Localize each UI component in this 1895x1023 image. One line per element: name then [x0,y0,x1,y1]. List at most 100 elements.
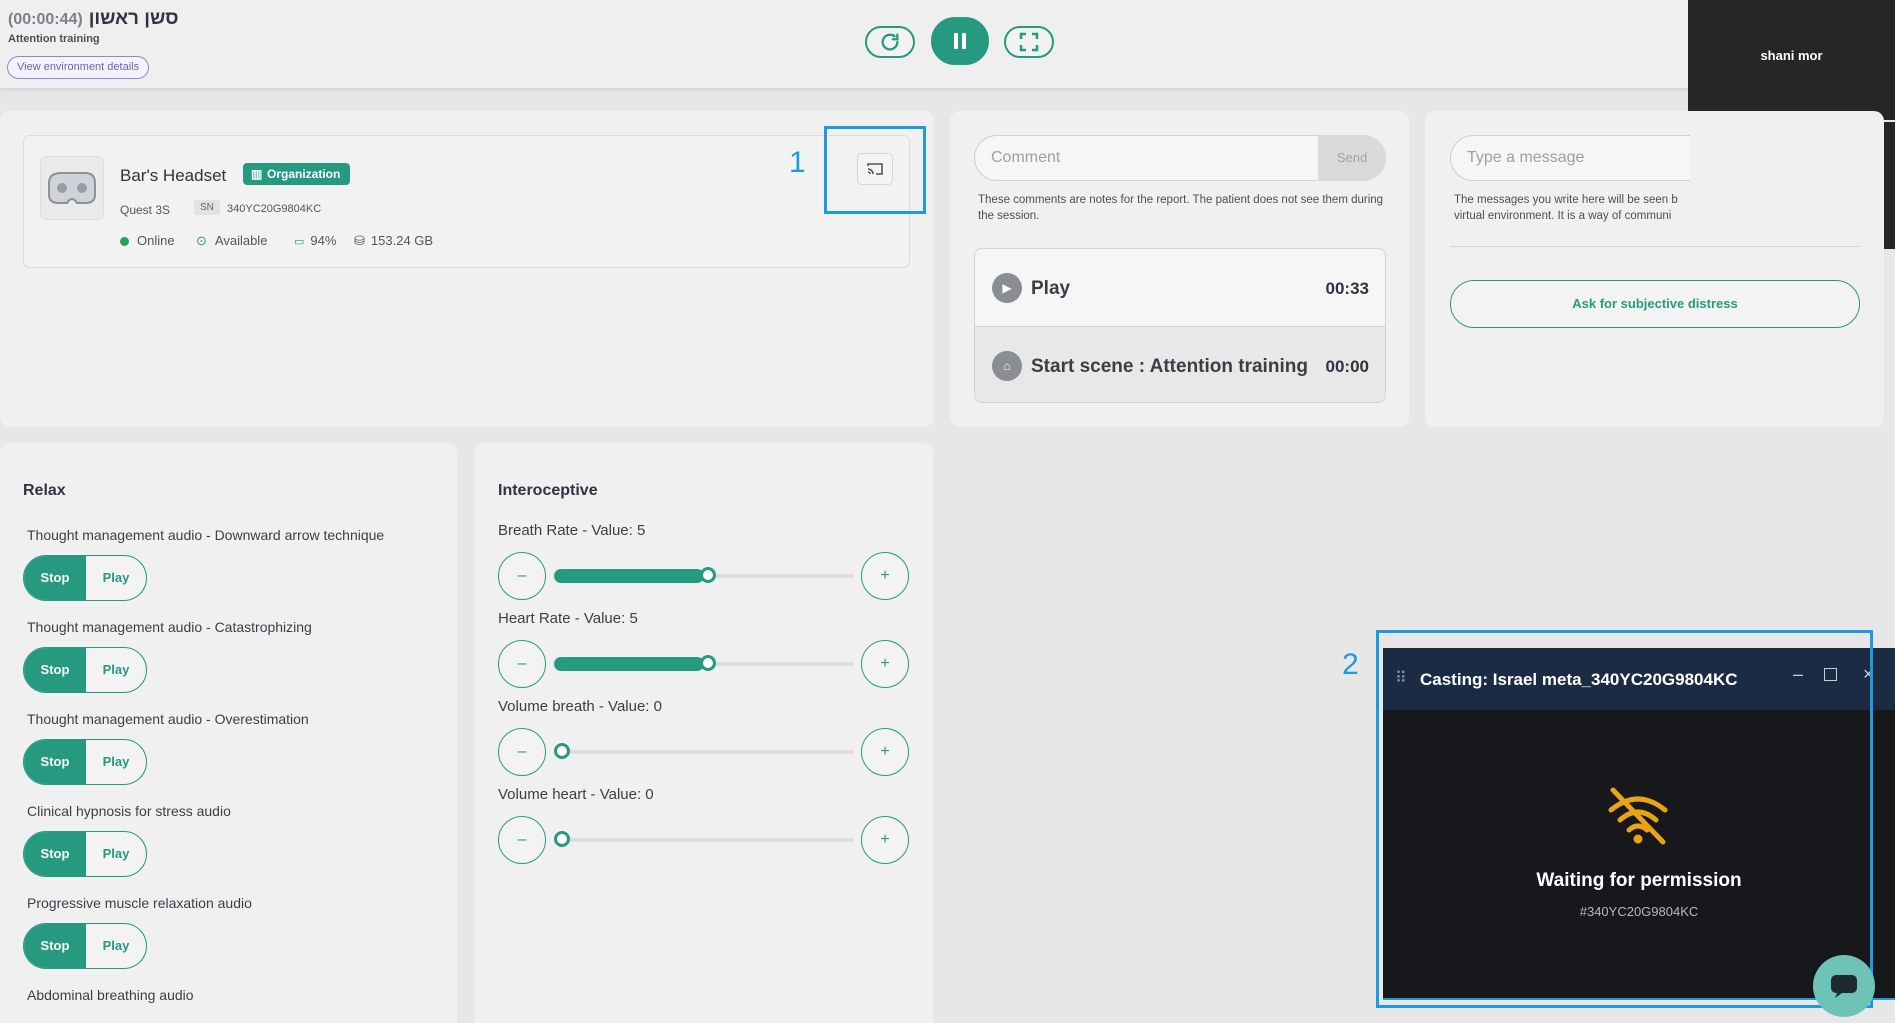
battery-status: ▭ 94% [294,233,336,248]
building-icon: ▥ [251,167,263,181]
organization-badge: ▥ Organization [243,163,351,185]
slider-track[interactable] [554,743,854,759]
increment-button[interactable]: + [861,816,909,864]
slider-thumb[interactable] [700,655,716,671]
session-subtitle: Attention training [8,33,100,45]
timeline-time: 00:33 [1325,279,1369,298]
send-comment-button[interactable]: Send [1318,135,1386,181]
audio-item-label: Abdominal breathing audio [27,987,194,1003]
timeline-time: 00:00 [1325,357,1369,376]
home-icon: ⌂ [992,351,1022,381]
slider-fill [554,569,704,583]
pause-icon [954,33,966,49]
audio-item-label: Thought management audio - Downward arro… [27,527,385,543]
stop-button[interactable]: Stop [24,924,86,968]
increment-button[interactable]: + [861,728,909,776]
stop-button[interactable]: Stop [24,740,86,784]
ask-distress-button[interactable]: Ask for subjective distress [1450,280,1860,328]
play-icon: ▶ [992,273,1022,303]
audio-item-label: Thought management audio - Overestimatio… [27,711,309,727]
video-tile-participant: shani mor [1688,0,1895,120]
slider-fill [554,657,704,671]
restart-button[interactable] [865,26,915,58]
stop-button[interactable]: Stop [24,556,86,600]
online-status: Online [120,233,175,248]
timeline-item: ⌂ Start scene : Attention training 00:00 [975,326,1385,402]
interoceptive-title: Interoceptive [498,482,598,499]
slider-label: Breath Rate - Value: 5 [498,522,646,539]
storage-label: 153.24 GB [370,233,434,248]
play-button[interactable]: Play [86,832,146,876]
audio-item-label: Thought management audio - Catastrophizi… [27,619,312,635]
audio-toggle: Stop Play [23,555,147,601]
device-model: Quest 3S [120,203,171,217]
slider-thumb[interactable] [700,567,716,583]
audio-item-label: Progressive muscle relaxation audio [27,895,252,911]
status-dot-icon [120,237,129,247]
view-environment-button[interactable]: View environment details [7,56,150,79]
chat-icon [1831,975,1857,998]
fullscreen-icon [1019,32,1039,52]
session-header: (00:00:44) סשן ראשון Attention training V… [0,0,1895,88]
message-input[interactable]: Type a message [1450,135,1690,181]
play-button[interactable]: Play [86,648,146,692]
session-timer: (00:00:44) [8,11,83,28]
storage-status: ⛁ 153.24 GB [354,233,433,249]
stop-button[interactable]: Stop [24,832,86,876]
annotation-box-1 [824,126,926,214]
session-name: סשן ראשון [88,8,179,29]
play-button[interactable]: Play [86,556,146,600]
audio-toggle: Stop Play [23,831,147,877]
audio-toggle: Stop Play [23,923,147,969]
check-circle-icon: ⊙ [196,233,207,248]
status-label: Online [137,233,175,248]
increment-button[interactable]: + [861,552,909,600]
play-button[interactable]: Play [86,740,146,784]
pause-button[interactable] [931,17,989,65]
decrement-button[interactable]: – [498,640,546,688]
relax-title: Relax [23,482,66,499]
slider-label: Heart Rate - Value: 5 [498,610,638,627]
storage-icon: ⛁ [354,233,365,248]
fullscreen-button[interactable] [1004,26,1054,58]
divider [1450,246,1860,247]
timeline-label: Start scene : Attention training [1031,356,1308,377]
slider-thumb[interactable] [554,831,570,847]
session-title: (00:00:44) סשן ראשון [8,8,179,30]
decrement-button[interactable]: – [498,728,546,776]
badge-label: Organization [267,167,341,181]
stop-button[interactable]: Stop [24,648,86,692]
slider-label: Volume heart - Value: 0 [498,786,654,803]
message-note: The messages you write here will be seen… [1454,194,1681,222]
sn-tag: SN [194,200,220,215]
serial-number: 340YC20G9804KC [227,203,322,215]
annotation-number-1: 1 [789,146,806,179]
audio-item-label: Clinical hypnosis for stress audio [27,803,231,819]
availability-label: Available [214,233,268,248]
annotation-number-2: 2 [1342,648,1359,681]
headset-panel: Bar's Headset ▥ Organization Quest 3S SN … [23,135,910,268]
comment-note: These comments are notes for the report.… [978,194,1384,222]
device-name: Bar's Headset [120,166,227,185]
slider-track[interactable] [554,655,854,671]
decrement-button[interactable]: – [498,552,546,600]
increment-button[interactable]: + [861,640,909,688]
decrement-button[interactable]: – [498,816,546,864]
audio-toggle: Stop Play [23,739,147,785]
timeline-label: Play [1031,278,1071,299]
session-timeline: ▶ Play 00:33 ⌂ Start scene : Attention t… [974,248,1386,403]
play-button[interactable]: Play [86,924,146,968]
availability-status: ⊙ Available [196,233,267,249]
chat-button[interactable] [1813,955,1875,1017]
slider-track[interactable] [554,567,854,583]
vr-headset-icon [48,172,96,204]
slider-track[interactable] [554,831,854,847]
slider-label: Volume breath - Value: 0 [498,698,662,715]
audio-toggle: Stop Play [23,647,147,693]
participant-name: shani mor [1760,48,1823,63]
timeline-item: ▶ Play 00:33 [975,249,1385,326]
slider-thumb[interactable] [554,743,570,759]
battery-icon: ▭ [294,236,305,248]
battery-label: 94% [310,233,337,248]
refresh-icon [881,33,899,51]
